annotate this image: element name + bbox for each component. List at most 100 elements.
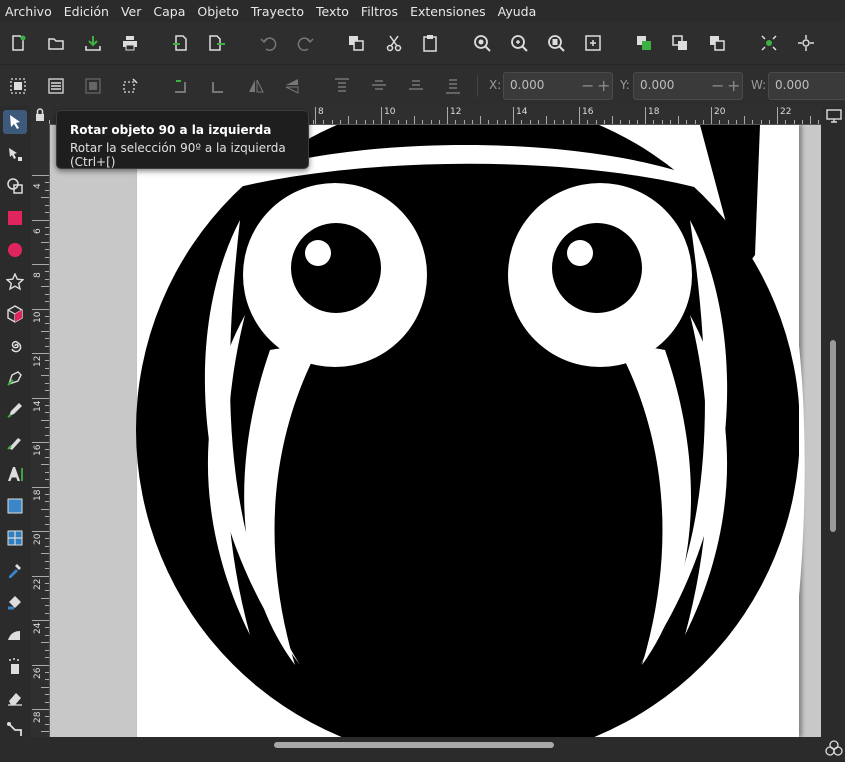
color-management-icon[interactable]	[824, 738, 844, 758]
select-all-icon[interactable]	[9, 77, 27, 95]
export-icon[interactable]	[208, 34, 226, 52]
snap-icon[interactable]	[760, 34, 778, 52]
menu-capa[interactable]: Capa	[147, 4, 191, 19]
lower-icon[interactable]	[407, 77, 425, 95]
lower-bottom-icon[interactable]	[444, 77, 462, 95]
gradient-tool-icon[interactable]	[3, 494, 27, 518]
hruler-minor-tick	[331, 120, 333, 124]
menu-texto[interactable]: Texto	[310, 4, 355, 19]
print-icon[interactable]	[121, 34, 139, 52]
zoom-drawing-icon[interactable]	[510, 34, 528, 52]
vruler-minor-tick	[45, 501, 49, 503]
canvas[interactable]	[50, 125, 821, 737]
rotate-cw-icon[interactable]	[208, 77, 226, 95]
vruler-minor-tick	[45, 182, 49, 184]
shape-builder-icon[interactable]	[3, 174, 27, 198]
hruler-minor-tick	[768, 120, 770, 124]
zoom-fit-icon[interactable]	[584, 34, 602, 52]
hruler-major-tick	[777, 107, 778, 124]
undo-icon[interactable]	[259, 34, 277, 52]
rotate-ccw-icon[interactable]	[172, 77, 190, 95]
ellipse-tool-icon[interactable]	[3, 238, 27, 262]
cut-icon[interactable]	[385, 34, 403, 52]
snap-settings-icon[interactable]	[797, 34, 815, 52]
redo-icon[interactable]	[297, 34, 315, 52]
dropper-tool-icon[interactable]	[3, 558, 27, 582]
rectangle-tool-icon[interactable]	[3, 206, 27, 230]
vruler-minor-tick	[45, 367, 49, 369]
y-decrement-icon[interactable]: −	[711, 76, 724, 95]
spray-tool-icon[interactable]	[3, 654, 27, 678]
horizontal-scrollbar[interactable]	[50, 737, 822, 753]
new-document-icon[interactable]	[9, 34, 27, 52]
hruler-minor-tick	[744, 116, 745, 124]
duplicate-icon[interactable]	[347, 34, 365, 52]
clone-icon[interactable]	[708, 34, 726, 52]
zoom-selection-icon[interactable]	[473, 34, 491, 52]
menu-edicion[interactable]: Edición	[58, 4, 115, 19]
vruler-minor-tick	[45, 323, 49, 325]
w-label: W:	[751, 78, 767, 92]
pencil-tool-icon[interactable]	[3, 398, 27, 422]
select-all-layers-icon[interactable]	[47, 77, 65, 95]
selector-tool-icon[interactable]	[3, 110, 27, 134]
paint-bucket-tool-icon[interactable]	[3, 590, 27, 614]
vruler-minor-tick	[45, 382, 49, 384]
zoom-page-icon[interactable]	[547, 34, 565, 52]
tweak-tool-icon[interactable]	[3, 622, 27, 646]
toolbox	[0, 106, 30, 760]
x-decrement-icon[interactable]: −	[581, 76, 594, 95]
tool-controls-bar: X: 0.000 − + Y: 0.000 − + W: 0.000	[0, 64, 845, 107]
y-increment-icon[interactable]: +	[727, 76, 740, 95]
connector-tool-icon[interactable]	[3, 718, 27, 742]
deselect-icon[interactable]	[84, 77, 102, 95]
menu-filtros[interactable]: Filtros	[355, 4, 404, 19]
mesh-tool-icon[interactable]	[3, 526, 27, 550]
menu-objeto[interactable]: Objeto	[191, 4, 245, 19]
vruler-minor-tick	[45, 301, 49, 302]
eraser-tool-icon[interactable]	[3, 686, 27, 710]
node-tool-icon[interactable]	[3, 142, 27, 166]
hruler-minor-tick	[661, 120, 663, 124]
raise-top-icon[interactable]	[333, 77, 351, 95]
menu-extensiones[interactable]: Extensiones	[404, 4, 492, 19]
owl-drawing[interactable]	[50, 125, 821, 737]
save-icon[interactable]	[84, 34, 102, 52]
pen-tool-icon[interactable]	[3, 366, 27, 390]
import-icon[interactable]	[172, 34, 190, 52]
text-tool-icon[interactable]	[3, 462, 27, 486]
lock-guides-icon[interactable]	[31, 106, 49, 124]
display-mode-icon[interactable]	[824, 108, 844, 124]
vruler-minor-tick	[41, 375, 49, 377]
hruler-minor-tick	[653, 120, 655, 124]
3d-box-tool-icon[interactable]	[3, 302, 27, 326]
vertical-scroll-thumb[interactable]	[830, 340, 836, 532]
touch-select-icon[interactable]	[121, 77, 139, 95]
flip-vertical-icon[interactable]	[283, 77, 301, 95]
y-field[interactable]: 0.000 − +	[633, 72, 743, 100]
menu-trayecto[interactable]: Trayecto	[245, 4, 310, 19]
star-tool-icon[interactable]	[3, 270, 27, 294]
x-increment-icon[interactable]: +	[597, 76, 610, 95]
raise-icon[interactable]	[370, 77, 388, 95]
spiral-tool-icon[interactable]	[3, 334, 27, 358]
hruler-minor-tick	[414, 116, 415, 124]
menu-ver[interactable]: Ver	[115, 4, 147, 19]
hruler-major-tick	[381, 107, 382, 124]
vertical-scrollbar[interactable]	[822, 124, 844, 737]
paste-icon[interactable]	[421, 34, 439, 52]
group-icon[interactable]	[635, 34, 653, 52]
menu-ayuda[interactable]: Ayuda	[492, 4, 543, 19]
ungroup-icon[interactable]	[671, 34, 689, 52]
w-field[interactable]: 0.000	[768, 72, 845, 100]
x-field[interactable]: 0.000 − +	[503, 72, 613, 100]
calligraphy-tool-icon[interactable]	[3, 430, 27, 454]
vertical-ruler[interactable]: 4 6 8 10 12 14 16 18 20 22 24 26 28	[31, 124, 50, 737]
menu-archivo[interactable]: Archivo	[0, 4, 58, 19]
flip-horizontal-icon[interactable]	[247, 77, 265, 95]
hruler-minor-tick	[313, 120, 314, 124]
open-file-icon[interactable]	[47, 34, 65, 52]
horizontal-scroll-thumb[interactable]	[274, 742, 554, 748]
hruler-minor-tick	[471, 120, 473, 124]
vruler-minor-tick	[45, 404, 49, 406]
